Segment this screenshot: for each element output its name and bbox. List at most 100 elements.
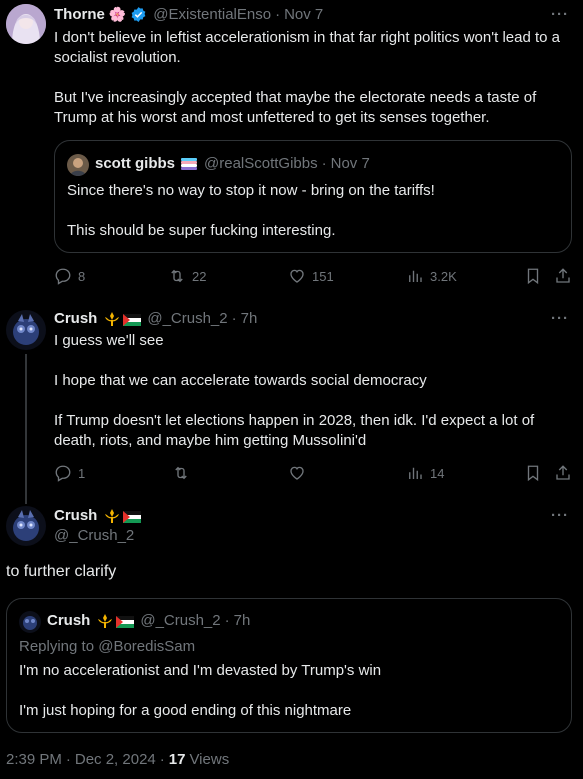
quoted-tweet-body: Since there's no way to stop it now - br… [67,181,561,241]
separator-dot: · [159,751,165,768]
share-icon [556,268,570,283]
tweet-paragraph: I hope that we can accelerate towards so… [54,372,427,389]
repost-count: 22 [192,268,207,284]
repost-button[interactable]: 22 [168,267,206,285]
tweet-header: Crush @_Crush_2 · 7h [54,310,257,327]
handle[interactable]: @_Crush_2 [54,527,134,544]
quoted-tweet-header: scott gibbs @realScottGibbs · Nov 7 [95,155,370,172]
tweet-body: I guess we'll see I hope that we can acc… [54,331,574,451]
display-name[interactable]: Crush [54,507,97,524]
tweet-paragraph: I guess we'll see [54,332,164,349]
tweet-header: Crush [54,507,142,524]
separator-dot: · [65,751,71,768]
handle[interactable]: @ExistentialEnso [153,6,271,23]
repost-icon [175,466,187,480]
quoted-display-name: Crush [47,612,91,629]
display-name[interactable]: Crush [54,310,97,327]
reply-icon [55,268,71,285]
separator-dot: · [321,155,327,172]
more-options-icon[interactable]: ··· [551,310,569,327]
handle[interactable]: @_Crush_2 [147,310,227,327]
tweet-header: Thorne 🌸 @ExistentialEnso · Nov 7 [54,6,323,23]
reply-count: 1 [78,465,86,481]
reply-button[interactable]: 1 [54,464,85,482]
separator-dot: · [231,310,237,327]
avatar-crush[interactable] [6,310,46,350]
avatar-thorne[interactable] [6,4,46,44]
quoted-tweet-header: Crush @_Crush_2 · 7h [47,612,250,629]
avatar-crush[interactable] [6,506,46,546]
quoted-tweet-body: I'm no accelerationist and I'm devasted … [19,661,559,721]
bookmark-icon [527,268,539,285]
thread-connector [25,354,27,504]
quoted-timestamp: 7h [233,612,251,629]
reply-count: 8 [78,268,86,284]
tweet-actions: 1 14 [54,464,572,484]
like-button[interactable] [288,464,312,482]
quoted-paragraph: Since there's no way to stop it now - br… [67,182,435,199]
more-options-icon[interactable]: ··· [551,6,569,23]
share-button[interactable] [554,267,572,285]
layered-flag-icon [181,157,198,170]
repost-button[interactable] [172,464,196,482]
bookmark-button[interactable] [524,464,542,482]
separator-dot: · [275,6,281,23]
avatar-scott-gibbs [67,154,89,176]
views-count: 17 [168,751,186,768]
views-button[interactable]: 14 [406,464,444,482]
tweet-paragraph: I don't believe in leftist accelerationi… [54,29,565,66]
blossom-emoji: 🌸 [108,6,127,22]
tweet-thorne: Thorne 🌸 @ExistentialEnso · Nov 7 ··· I … [0,0,583,298]
replying-to-text: Replying to @BoredisSam [19,638,196,655]
separator-dot: · [224,612,230,629]
display-name[interactable]: Thorne [54,6,105,23]
analytics-icon [409,270,422,282]
reply-icon [55,465,71,482]
tweet-crush-reply: Crush @_Crush_2 · 7h ··· I guess we'll s… [0,298,583,504]
quoted-paragraph: I'm just hoping for a good ending of thi… [19,702,352,719]
quoted-timestamp: Nov 7 [330,155,370,172]
palestine-flag-icon [123,510,142,523]
bookmark-button[interactable] [524,267,542,285]
analytics-icon [409,467,422,479]
more-options-icon[interactable]: ··· [551,507,569,524]
emblem-icon [98,613,113,628]
emblem-icon [105,311,120,326]
post-date[interactable]: Dec 2, 2024 [75,751,156,768]
views-button[interactable]: 3.2K [406,267,457,285]
quoted-handle: @_Crush_2 [140,612,221,629]
emblem-icon [105,508,120,523]
reply-button[interactable]: 8 [54,267,85,285]
like-button[interactable]: 151 [288,267,334,285]
tweet-paragraph: If Trump doesn't let elections happen in… [54,412,539,449]
quoted-paragraph: I'm no accelerationist and I'm devasted … [19,662,382,679]
like-count: 151 [312,268,334,284]
timestamp[interactable]: 7h [241,310,258,327]
post-time[interactable]: 2:39 PM [6,751,62,768]
view-count: 14 [430,465,445,481]
tweet-actions: 8 22 151 3.2K [54,267,572,287]
quoted-handle: @realScottGibbs [204,155,318,172]
share-icon [556,465,570,480]
tweet-crush-focused: Crush @_Crush_2 ··· to further clarify C… [0,498,583,779]
timestamp[interactable]: Nov 7 [284,6,323,23]
quoted-tweet[interactable]: scott gibbs @realScottGibbs · Nov 7 Sinc… [54,140,572,253]
share-button[interactable] [554,464,572,482]
bookmark-icon [527,465,539,482]
verified-badge-icon [131,7,146,22]
palestine-flag-icon [123,313,142,326]
tweet-paragraph: But I've increasingly accepted that mayb… [54,89,541,126]
tweet-body: I don't believe in leftist accelerationi… [54,28,574,128]
heart-icon [290,269,304,283]
repost-icon [171,269,183,283]
palestine-flag-icon [116,615,135,628]
tweet-meta: 2:39 PM · Dec 2, 2024 · 17 Views [6,751,229,768]
replying-to: Replying to @BoredisSam [19,637,195,657]
quoted-tweet[interactable]: Crush @_Crush_2 · 7h Replying to @Boredi… [6,598,572,733]
tweet-body: to further clarify [6,562,566,582]
handle-row: @_Crush_2 [54,527,134,544]
heart-icon [290,466,304,480]
avatar-crush-small [19,611,41,633]
tweet-paragraph: to further clarify [6,563,117,580]
quoted-display-name: scott gibbs [95,155,176,172]
